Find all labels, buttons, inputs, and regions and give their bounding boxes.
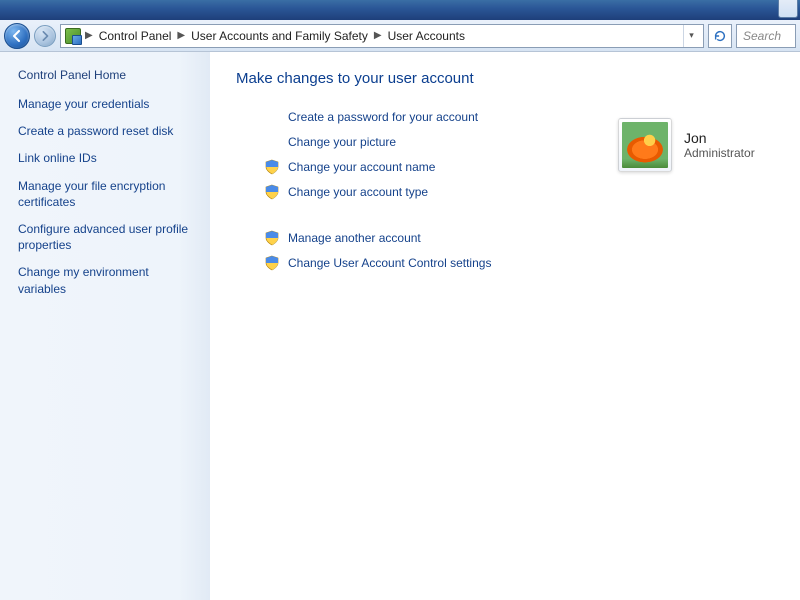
shield-icon bbox=[264, 230, 280, 246]
sidebar-link[interactable]: Manage your file encryption certificates bbox=[18, 178, 198, 210]
window-control-strip[interactable] bbox=[778, 0, 798, 18]
task-label: Change your account name bbox=[288, 160, 435, 174]
navigation-bar: ▶ Control Panel ▶ User Accounts and Fami… bbox=[0, 20, 800, 52]
task-label: Change your picture bbox=[288, 135, 396, 149]
chevron-right-icon[interactable]: ▶ bbox=[372, 30, 384, 41]
shield-icon bbox=[264, 255, 280, 271]
refresh-button[interactable] bbox=[708, 24, 732, 48]
task-link[interactable]: Manage another account bbox=[264, 230, 790, 246]
sidebar-link[interactable]: Link online IDs bbox=[18, 150, 198, 166]
flower-avatar-icon bbox=[622, 122, 668, 168]
sidebar-link[interactable]: Manage your credentials bbox=[18, 96, 198, 112]
sidebar-link[interactable]: Configure advanced user profile properti… bbox=[18, 221, 198, 253]
task-label: Create a password for your account bbox=[288, 110, 478, 124]
chevron-right-icon[interactable]: ▶ bbox=[175, 30, 187, 41]
address-breadcrumb[interactable]: ▶ Control Panel ▶ User Accounts and Fami… bbox=[60, 24, 704, 48]
task-link[interactable]: Change your account type bbox=[264, 184, 790, 200]
sidebar-link[interactable]: Create a password reset disk bbox=[18, 123, 198, 139]
task-group-secondary: Manage another account Change User Accou… bbox=[264, 230, 790, 271]
search-placeholder: Search bbox=[743, 29, 781, 43]
window-titlebar bbox=[0, 0, 800, 20]
task-label: Manage another account bbox=[288, 231, 421, 245]
user-accounts-icon bbox=[65, 28, 81, 44]
address-dropdown-button[interactable]: ▾ bbox=[683, 25, 699, 47]
chevron-right-icon[interactable]: ▶ bbox=[83, 30, 95, 41]
sidebar: Control Panel Home Manage your credentia… bbox=[0, 52, 210, 600]
breadcrumb-segment[interactable]: Control Panel bbox=[97, 27, 174, 45]
task-label: Change your account type bbox=[288, 185, 428, 199]
search-input[interactable]: Search bbox=[736, 24, 796, 48]
breadcrumb-segment[interactable]: User Accounts bbox=[386, 27, 467, 45]
task-label: Change User Account Control settings bbox=[288, 256, 491, 270]
sidebar-home-link[interactable]: Control Panel Home bbox=[18, 68, 198, 82]
shield-icon bbox=[264, 184, 280, 200]
page-title: Make changes to your user account bbox=[236, 70, 790, 87]
shield-icon bbox=[264, 159, 280, 175]
user-name: Jon bbox=[684, 130, 755, 146]
nav-back-button[interactable] bbox=[4, 23, 30, 49]
sidebar-link[interactable]: Change my environment variables bbox=[18, 264, 198, 296]
nav-forward-button[interactable] bbox=[34, 25, 56, 47]
task-link[interactable]: Change User Account Control settings bbox=[264, 255, 790, 271]
content-pane: Make changes to your user account Create… bbox=[210, 52, 800, 600]
user-account-tile: Jon Administrator bbox=[610, 110, 800, 180]
user-role: Administrator bbox=[684, 146, 755, 160]
breadcrumb-segment[interactable]: User Accounts and Family Safety bbox=[189, 27, 370, 45]
user-avatar[interactable] bbox=[618, 118, 672, 172]
